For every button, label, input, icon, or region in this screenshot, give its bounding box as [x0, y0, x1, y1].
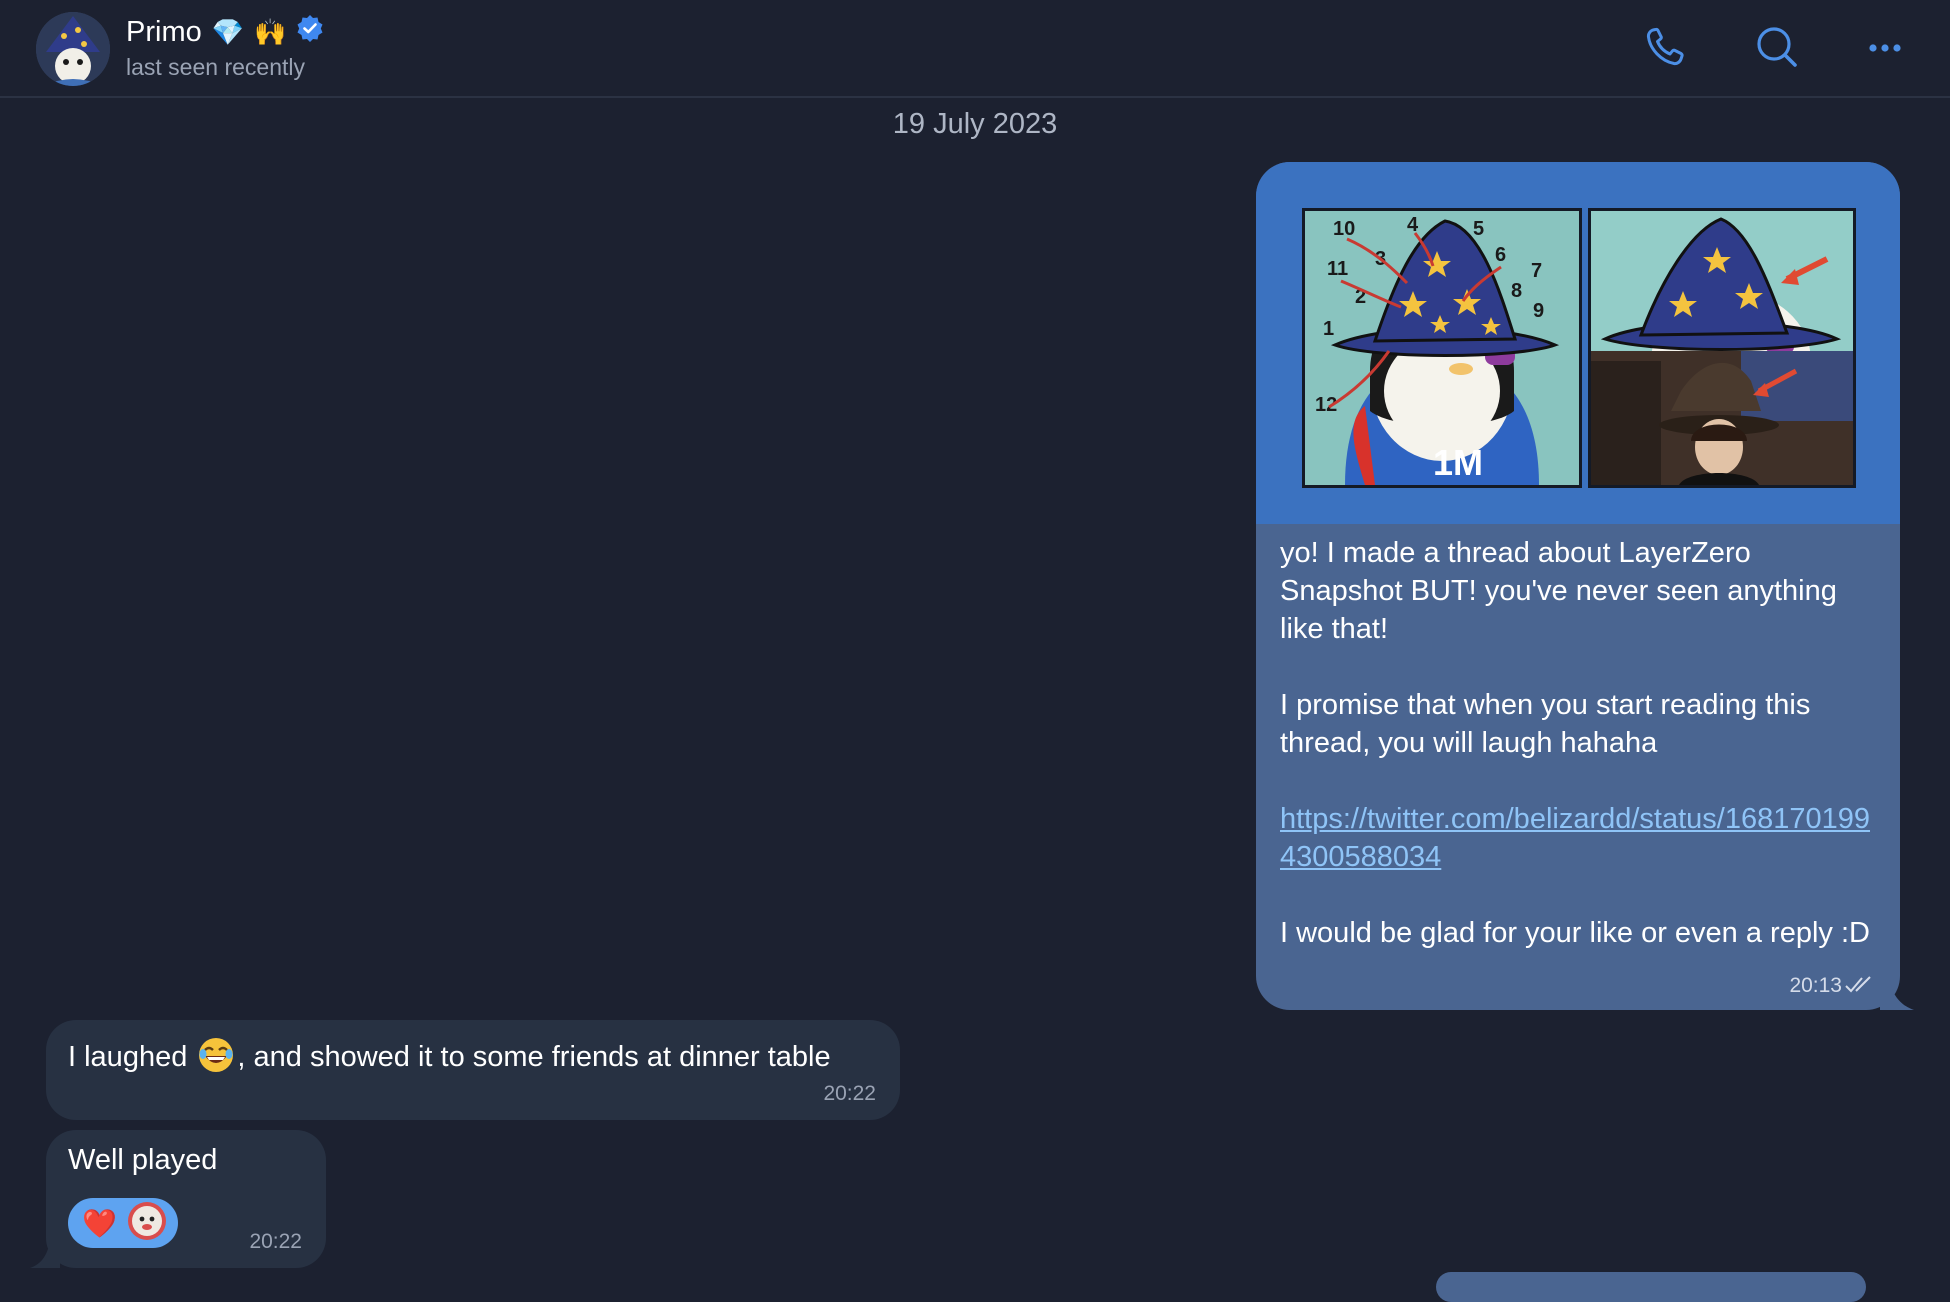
phone-icon[interactable] [1640, 22, 1690, 72]
laughing-emoji-icon [197, 1036, 235, 1074]
diamond-emoji: 💎 [211, 16, 245, 47]
next-outgoing-bubble-peek [1436, 1272, 1866, 1302]
clock-number: 7 [1531, 260, 1542, 282]
outgoing-message-text: yo! I made a thread about LayerZero Snap… [1280, 534, 1880, 952]
chat-header: Primo 💎 🙌 last seen recently [0, 0, 1950, 98]
message-paragraph: yo! I made a thread about LayerZero Snap… [1280, 537, 1837, 645]
date-separator: 19 July 2023 [892, 108, 1058, 140]
contact-avatar[interactable] [36, 12, 110, 86]
clock-number: 8 [1511, 280, 1522, 302]
clock-number: 11 [1327, 258, 1348, 280]
verified-badge-icon [296, 14, 324, 50]
message-reaction[interactable]: ❤️ [68, 1198, 178, 1248]
shirt-text: 1M [1433, 442, 1483, 483]
incoming-message-bubble[interactable]: I laughed , and showed it to some friend… [46, 1020, 900, 1120]
incoming-message-bubble[interactable]: Well played ❤️ 20:22 [46, 1130, 326, 1268]
message-media: 10 4 5 3 6 11 7 2 8 9 1 12 1M [1256, 162, 1900, 524]
outgoing-bubble-tail [1880, 980, 1914, 1010]
incoming-bubble-tail [30, 1240, 60, 1273]
clock-number: 1 [1323, 318, 1334, 340]
message-text-start: I laughed [68, 1041, 196, 1073]
clock-number: 9 [1533, 300, 1544, 322]
double-check-icon [1844, 975, 1876, 995]
contact-name-row[interactable]: Primo 💎 🙌 [126, 14, 324, 50]
penguin-clock-image[interactable]: 10 4 5 3 6 11 7 2 8 9 1 12 1M [1302, 208, 1582, 488]
message-text-end: , and showed it to some friends at dinne… [237, 1041, 831, 1073]
last-seen-status: last seen recently [126, 54, 305, 80]
incoming-message-text: I laughed , and showed it to some friend… [68, 1036, 831, 1074]
clock-number: 6 [1495, 244, 1506, 266]
more-icon[interactable] [1860, 22, 1910, 72]
message-timestamp: 20:13 [1789, 974, 1842, 997]
message-paragraph: I would be glad for your like or even a … [1280, 917, 1870, 949]
clock-number: 4 [1407, 214, 1419, 236]
raised-hands-emoji: 🙌 [254, 16, 287, 47]
clock-number: 10 [1333, 218, 1355, 240]
reactor-avatar [127, 1201, 167, 1246]
contact-name: Primo [126, 15, 202, 48]
message-timestamp: 20:22 [249, 1230, 302, 1253]
incoming-message-text: Well played [68, 1144, 218, 1176]
search-icon[interactable] [1752, 22, 1802, 72]
sorting-hat-comparison-image[interactable] [1588, 208, 1856, 488]
twitter-link[interactable]: https://twitter.com/belizardd/status/168… [1280, 803, 1870, 873]
clock-number: 5 [1473, 218, 1484, 240]
outgoing-message-bubble[interactable]: 10 4 5 3 6 11 7 2 8 9 1 12 1M yo! I made… [1256, 162, 1900, 1010]
heart-reaction-icon: ❤️ [82, 1207, 117, 1239]
message-paragraph: I promise that when you start reading th… [1280, 689, 1811, 759]
message-timestamp: 20:22 [823, 1082, 876, 1105]
